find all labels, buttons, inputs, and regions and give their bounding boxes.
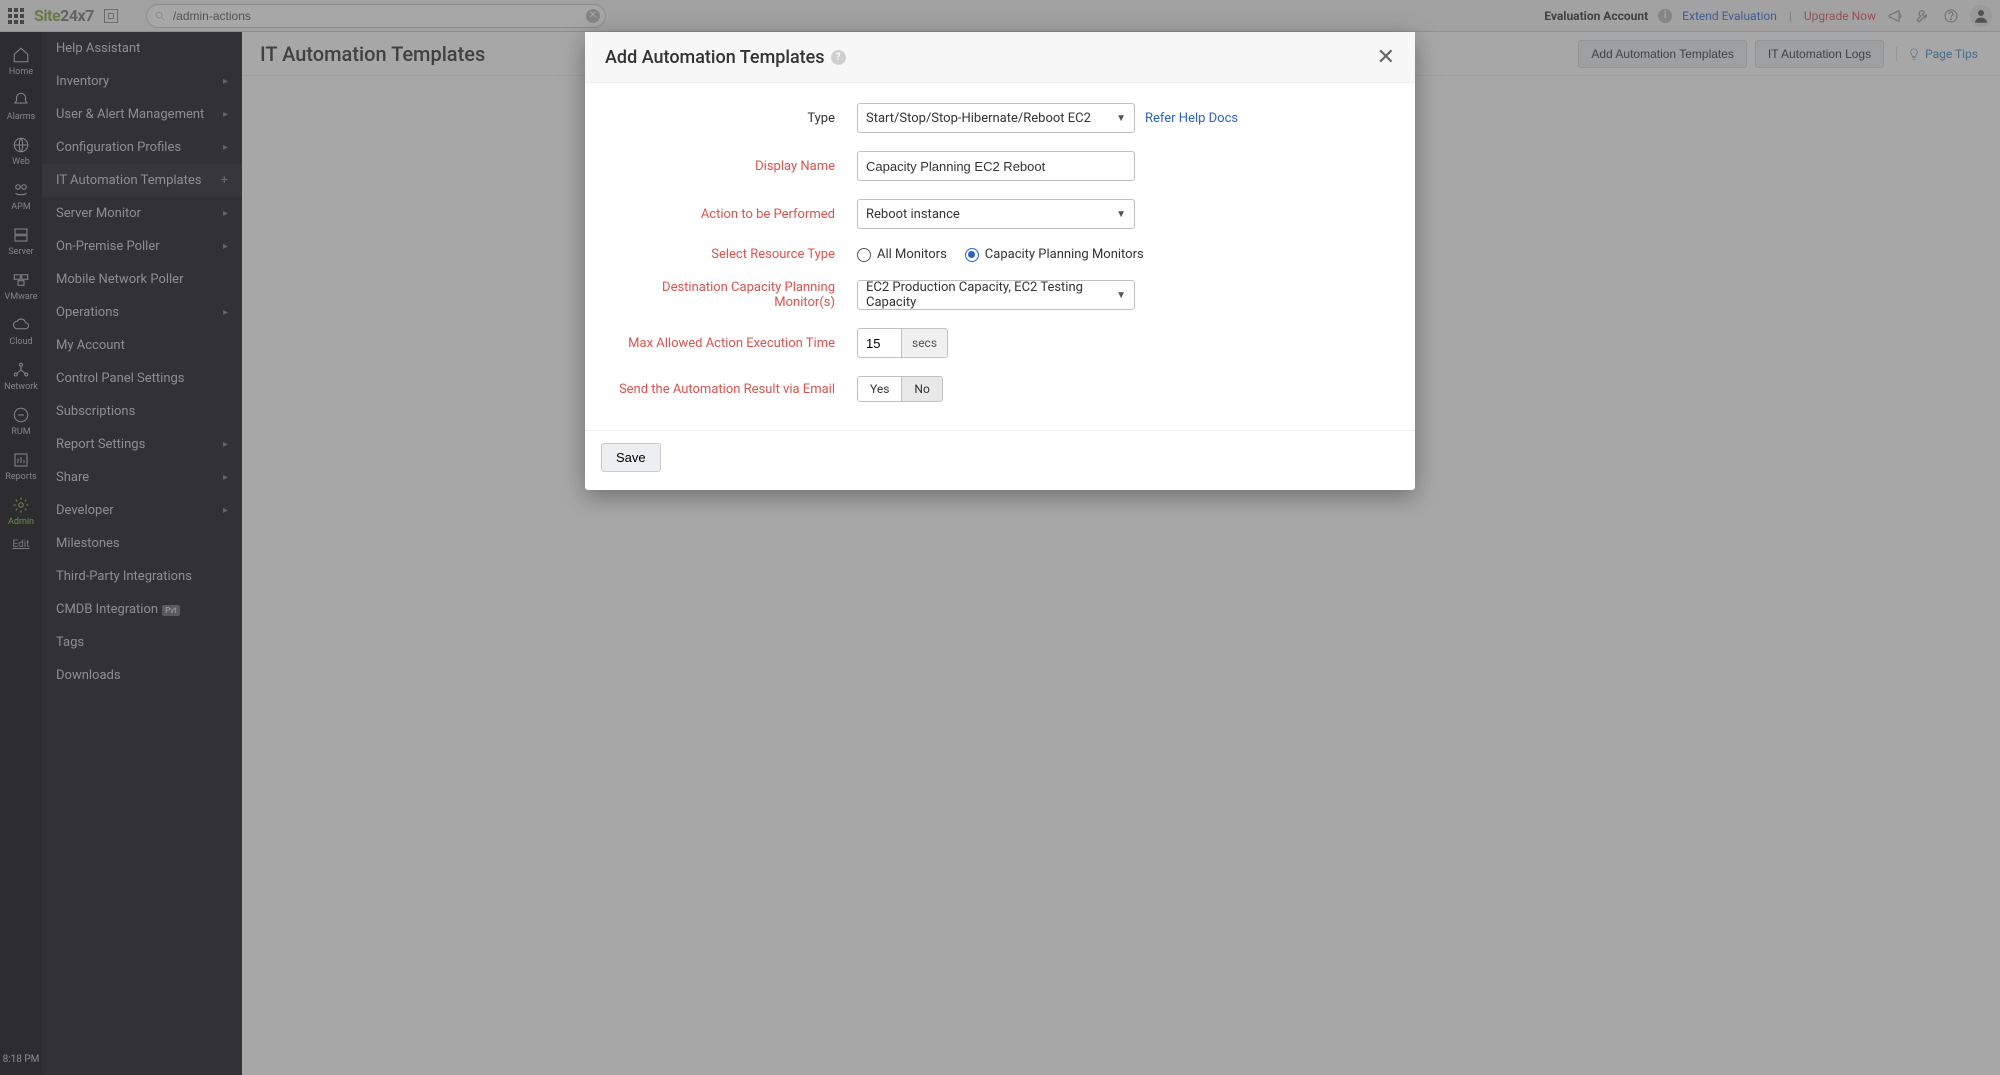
modal-body: Type Start/Stop/Stop-Hibernate/Reboot EC… xyxy=(585,83,1415,430)
action-label: Action to be Performed xyxy=(605,207,857,222)
save-button[interactable]: Save xyxy=(601,443,661,472)
modal-header: Add Automation Templates ? ✕ xyxy=(585,32,1415,83)
max-time-control: secs xyxy=(857,328,948,358)
modal-title-text: Add Automation Templates xyxy=(605,47,825,68)
radio-capacity-label: Capacity Planning Monitors xyxy=(985,247,1144,262)
resource-type-label: Select Resource Type xyxy=(605,247,857,262)
field-email-result-row: Send the Automation Result via Email Yes… xyxy=(605,376,1395,402)
chevron-down-icon: ▼ xyxy=(1116,290,1126,301)
refer-help-docs-link[interactable]: Refer Help Docs xyxy=(1145,111,1238,126)
radio-all-monitors-label: All Monitors xyxy=(877,247,947,262)
radio-capacity-planning-monitors[interactable]: Capacity Planning Monitors xyxy=(965,247,1144,262)
display-name-control xyxy=(857,151,1135,181)
modal-title: Add Automation Templates ? xyxy=(605,47,846,68)
field-max-time-row: Max Allowed Action Execution Time secs xyxy=(605,328,1395,358)
destination-select[interactable]: EC2 Production Capacity, EC2 Testing Cap… xyxy=(857,280,1135,310)
action-control: Reboot instance ▼ xyxy=(857,199,1135,229)
max-time-input[interactable] xyxy=(857,328,901,358)
max-time-unit: secs xyxy=(901,328,948,358)
radio-all-monitors[interactable]: All Monitors xyxy=(857,247,947,262)
close-icon[interactable]: ✕ xyxy=(1377,46,1395,68)
type-control: Start/Stop/Stop-Hibernate/Reboot EC2 ▼ xyxy=(857,103,1135,133)
radio-icon xyxy=(857,248,871,262)
chevron-down-icon: ▼ xyxy=(1116,113,1126,124)
help-icon[interactable]: ? xyxy=(831,50,846,65)
action-select-value: Reboot instance xyxy=(866,207,960,222)
chevron-down-icon: ▼ xyxy=(1116,209,1126,220)
destination-label: Destination Capacity Planning Monitor(s) xyxy=(605,280,857,310)
destination-select-value: EC2 Production Capacity, EC2 Testing Cap… xyxy=(866,280,1116,310)
type-select[interactable]: Start/Stop/Stop-Hibernate/Reboot EC2 ▼ xyxy=(857,103,1135,133)
field-resource-type-row: Select Resource Type All Monitors Capaci… xyxy=(605,247,1395,262)
field-display-name-row: Display Name xyxy=(605,151,1395,181)
display-name-input[interactable] xyxy=(857,151,1135,181)
resource-type-radios: All Monitors Capacity Planning Monitors xyxy=(857,247,1144,262)
radio-icon xyxy=(965,248,979,262)
field-destination-row: Destination Capacity Planning Monitor(s)… xyxy=(605,280,1395,310)
modal-overlay: Add Automation Templates ? ✕ Type Start/… xyxy=(0,0,2000,1075)
destination-control: EC2 Production Capacity, EC2 Testing Cap… xyxy=(857,280,1135,310)
email-result-toggle: Yes No xyxy=(857,376,943,402)
display-name-label: Display Name xyxy=(605,159,857,174)
type-select-value: Start/Stop/Stop-Hibernate/Reboot EC2 xyxy=(866,111,1091,126)
modal-footer: Save xyxy=(585,430,1415,490)
field-action-row: Action to be Performed Reboot instance ▼ xyxy=(605,199,1395,229)
max-time-label: Max Allowed Action Execution Time xyxy=(605,336,857,351)
email-yes-button[interactable]: Yes xyxy=(858,377,901,401)
email-no-button[interactable]: No xyxy=(901,377,941,401)
field-type-row: Type Start/Stop/Stop-Hibernate/Reboot EC… xyxy=(605,103,1395,133)
email-result-label: Send the Automation Result via Email xyxy=(605,382,857,397)
action-select[interactable]: Reboot instance ▼ xyxy=(857,199,1135,229)
type-label: Type xyxy=(605,111,857,126)
add-automation-template-modal: Add Automation Templates ? ✕ Type Start/… xyxy=(585,32,1415,490)
